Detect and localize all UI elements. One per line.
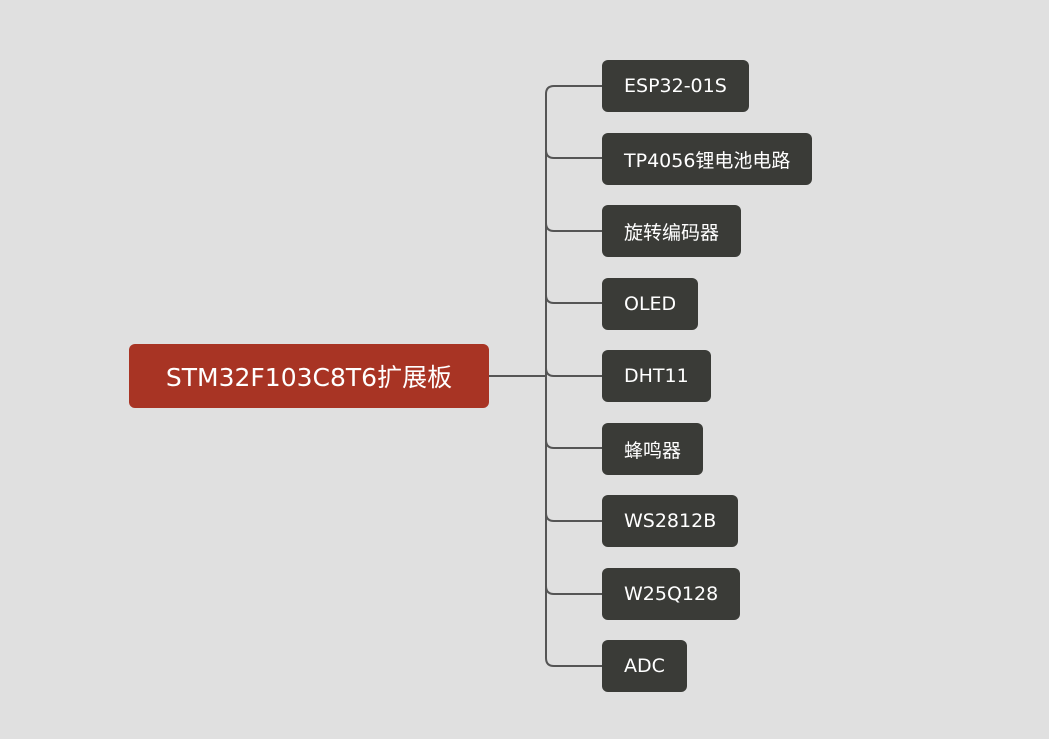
child-node-ws2812b[interactable]: WS2812B [602,495,739,547]
child-node-oled[interactable]: OLED [602,278,699,330]
mind-map-canvas: STM32F103C8T6扩展板 ESP32-01S TP4056锂电池电路 旋… [0,0,1049,739]
child-node-esp32-01s[interactable]: ESP32-01S [602,60,749,112]
child-node-w25q128[interactable]: W25Q128 [602,568,741,620]
child-node-tp4056-battery-circuit[interactable]: TP4056锂电池电路 [602,133,813,185]
child-node-rotary-encoder[interactable]: 旋转编码器 [602,205,742,257]
child-node-buzzer[interactable]: 蜂鸣器 [602,423,704,475]
branch-connector-line [545,222,602,232]
child-node-adc[interactable]: ADC [602,640,687,692]
branch-connector-line [545,512,602,522]
branch-connector-line [545,85,602,95]
root-node-stm32-board[interactable]: STM32F103C8T6扩展板 [129,344,489,408]
branch-connector-line [545,657,602,667]
branch-connector-line [545,585,602,595]
branch-connector-line [545,149,602,159]
branch-connector-line [545,439,602,449]
branch-connector-line [545,294,602,304]
branch-connector-line [545,367,602,377]
child-node-dht11[interactable]: DHT11 [602,350,711,402]
